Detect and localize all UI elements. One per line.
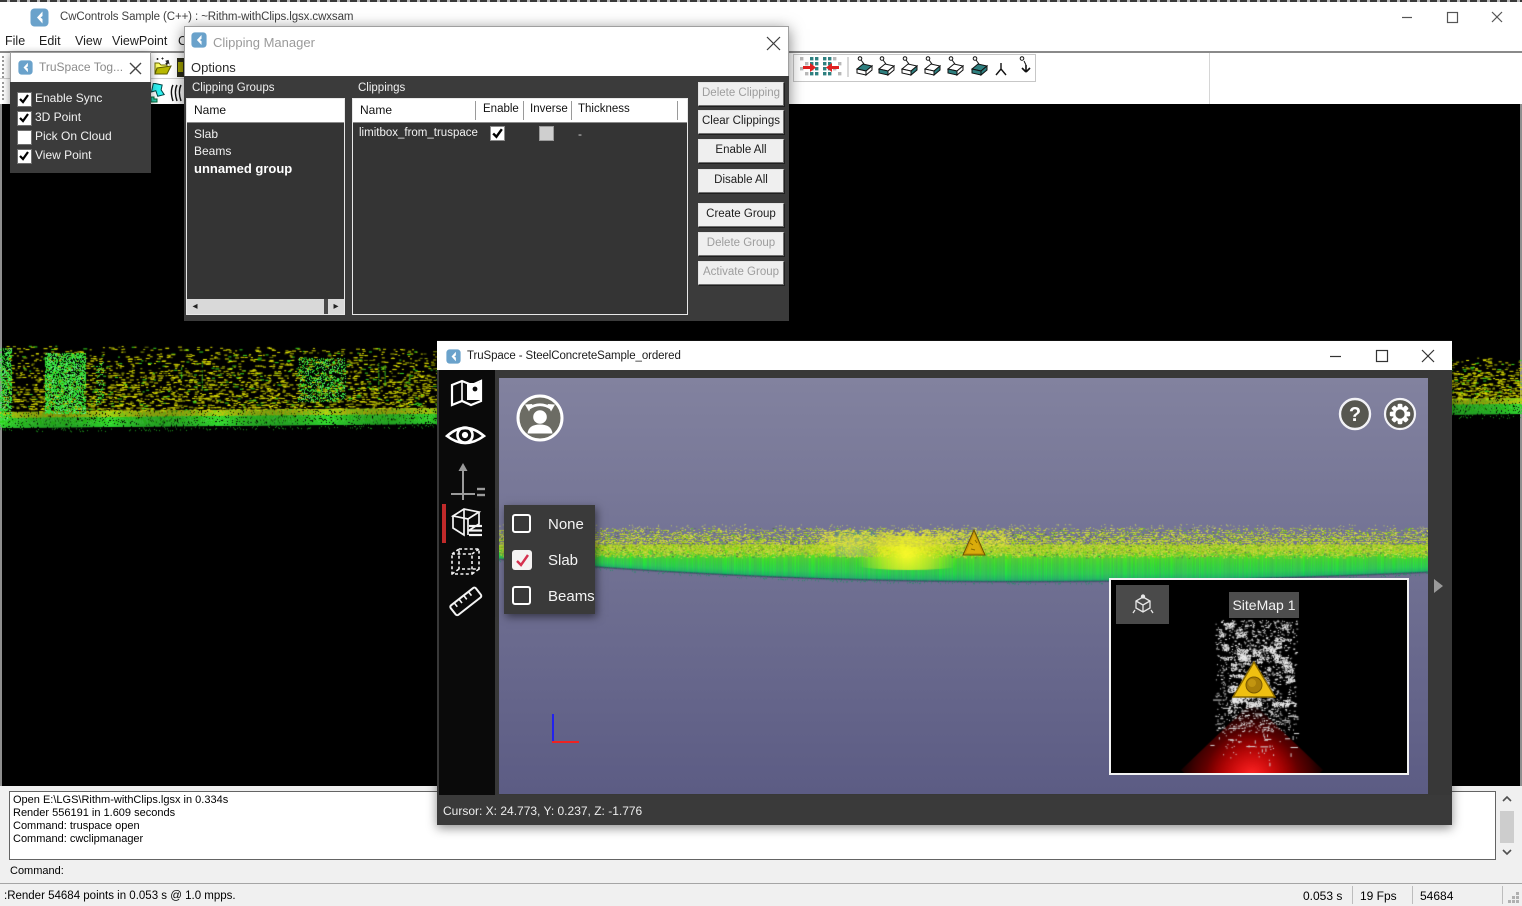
svg-text:?: ? (1349, 404, 1361, 426)
